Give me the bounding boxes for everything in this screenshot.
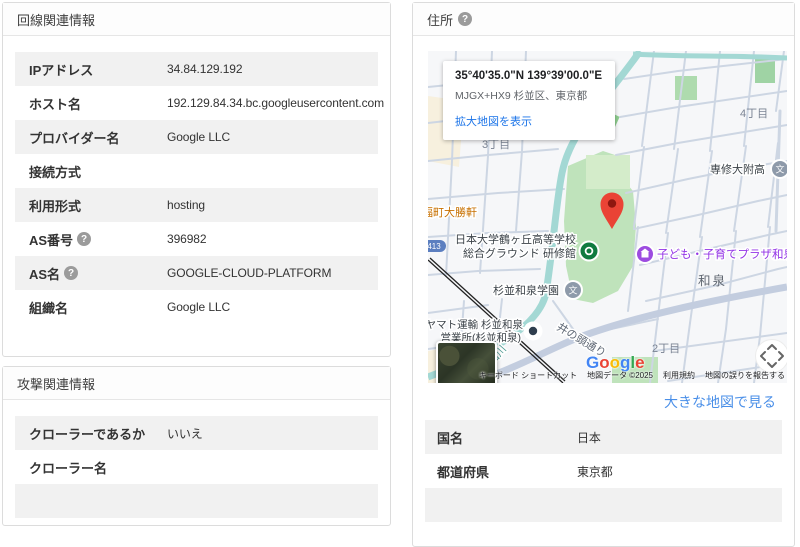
expand-map-link[interactable]: 拡大地図を表示	[455, 116, 532, 128]
map-park-light	[586, 155, 630, 189]
table-row: IPアドレス 34.84.129.192	[15, 52, 378, 86]
poi-label: 福町大勝軒	[428, 205, 477, 219]
row-label: 都道府県	[437, 464, 490, 480]
poi-label: 子ども・子育てプラザ和泉	[657, 247, 787, 261]
poi-label: 専修大附高	[710, 162, 765, 176]
table-row: 組織名 Google LLC	[15, 290, 378, 324]
google-map-embed[interactable]: 413 文 文 3丁目 4丁目 2丁目 和泉 日本大学鶴ヶ丘高等学校 総合グラウ…	[428, 51, 787, 383]
row-label: 組織名	[29, 300, 69, 316]
row-label: プロバイダー名	[29, 130, 120, 146]
table-row: クローラー名	[15, 450, 378, 484]
table-row: AS名 ? GOOGLE-CLOUD-PLATFORM	[15, 256, 378, 290]
table-row: ホスト名 192.129.84.34.bc.googleusercontent.…	[15, 86, 384, 120]
attack-info-card-header: 攻撃関連情報	[3, 367, 390, 400]
row-value: 東京都	[577, 464, 613, 479]
map-info-card: 35°40'35.0"N 139°39'00.0"E MJGX+HX9 杉並区、…	[443, 61, 615, 140]
row-value: いいえ	[167, 426, 203, 441]
attack-info-card-title: 攻撃関連情報	[17, 376, 96, 392]
row-value: Google LLC	[167, 130, 231, 144]
map-green-patch	[675, 76, 697, 100]
plaza-poi-icon[interactable]	[635, 244, 655, 264]
svg-text:文: 文	[568, 285, 577, 296]
table-row-partial	[425, 488, 782, 522]
svg-text:413: 413	[428, 242, 441, 251]
row-label: IPアドレス	[29, 62, 94, 78]
address-card-title: 住所	[427, 12, 454, 28]
line-info-card-title: 回線関連情報	[17, 12, 96, 28]
row-value: hosting	[167, 198, 205, 212]
poi-label: 杉並和泉学園	[493, 283, 559, 297]
map-coordinates: 35°40'35.0"N 139°39'00.0"E	[455, 70, 603, 82]
help-icon[interactable]: ?	[458, 12, 473, 26]
poi-label: 総合グラウンド 研修館	[463, 246, 576, 260]
row-value: GOOGLE-CLOUD-PLATFORM	[167, 266, 332, 280]
table-row: AS番号 ? 396982	[15, 222, 378, 256]
row-label: 利用形式	[29, 198, 82, 214]
row-value: 192.129.84.34.bc.googleusercontent.com	[167, 96, 385, 110]
report-error-link[interactable]: 地図の誤りを報告する	[705, 370, 785, 381]
table-row: クローラーであるか いいえ	[15, 416, 378, 450]
row-label: 接続方式	[29, 164, 82, 180]
row-label: 国名	[437, 430, 464, 446]
attack-info-card: 攻撃関連情報 クローラーであるか いいえ クローラー名	[2, 366, 391, 526]
row-value: Google LLC	[167, 300, 231, 314]
keyboard-shortcuts-link[interactable]: キーボード ショートカット	[479, 370, 577, 381]
map-attribution: キーボード ショートカット 地図データ ©2025 利用規約 地図の誤りを報告す…	[479, 370, 785, 381]
table-row: 国名 日本	[425, 420, 782, 454]
help-icon[interactable]: ?	[64, 266, 79, 280]
line-info-table: IPアドレス 34.84.129.192 ホスト名 192.129.84.34.…	[15, 52, 384, 324]
yamato-poi-icon[interactable]	[523, 321, 543, 341]
poi-label: ヤマト運輸 杉並和泉	[428, 318, 523, 331]
row-label-text: AS番号	[29, 232, 74, 248]
row-value: 396982	[167, 232, 207, 246]
map-data-copyright: 地図データ ©2025	[587, 371, 653, 380]
poi-label: 日本大学鶴ヶ丘高等学校	[455, 232, 576, 246]
row-label-text: AS名	[29, 266, 61, 282]
svg-text:文: 文	[775, 164, 784, 175]
map-plus-code: MJGX+HX9 杉並区、東京都	[455, 90, 588, 102]
terms-link[interactable]: 利用規約	[663, 370, 695, 381]
row-value: 日本	[577, 430, 601, 445]
line-info-card: 回線関連情報 IPアドレス 34.84.129.192 ホスト名 192.129…	[2, 2, 391, 357]
row-value: 34.84.129.192	[167, 62, 243, 76]
help-icon[interactable]: ?	[77, 232, 92, 246]
school-poi-icon[interactable]	[578, 240, 600, 262]
area-label: 2丁目	[652, 343, 680, 355]
row-label: クローラー名	[29, 460, 108, 476]
route-shield: 413	[428, 240, 446, 252]
table-row: 利用形式 hosting	[15, 188, 378, 222]
table-row: プロバイダー名 Google LLC	[15, 120, 378, 154]
area-label: 和泉	[698, 273, 727, 288]
address-card: 住所 ? 413 文 文 3丁目 4丁目 2丁目 和泉 日本大学鶴ヶ丘高等学校 …	[412, 2, 795, 547]
row-label: クローラーであるか	[29, 426, 146, 442]
table-row: 都道府県 東京都	[425, 454, 782, 488]
map-pan-control[interactable]	[755, 339, 788, 373]
row-label: ホスト名	[29, 96, 82, 112]
map-river-branch	[632, 51, 787, 61]
table-row: 接続方式	[15, 154, 378, 188]
school-poi-icon[interactable]: 文	[563, 280, 583, 300]
address-card-header: 住所 ?	[413, 3, 794, 36]
area-label: 4丁目	[740, 108, 768, 120]
area-label: 3丁目	[482, 139, 510, 151]
address-table: 国名 日本 都道府県 東京都	[425, 420, 782, 522]
row-label: AS名 ?	[29, 264, 167, 283]
view-larger-map-link[interactable]: 大きな地図で見る	[425, 392, 776, 412]
line-info-card-header: 回線関連情報	[3, 3, 390, 36]
table-row-partial	[15, 484, 378, 518]
row-label: AS番号 ?	[29, 230, 167, 249]
attack-info-table: クローラーであるか いいえ クローラー名	[15, 416, 378, 518]
